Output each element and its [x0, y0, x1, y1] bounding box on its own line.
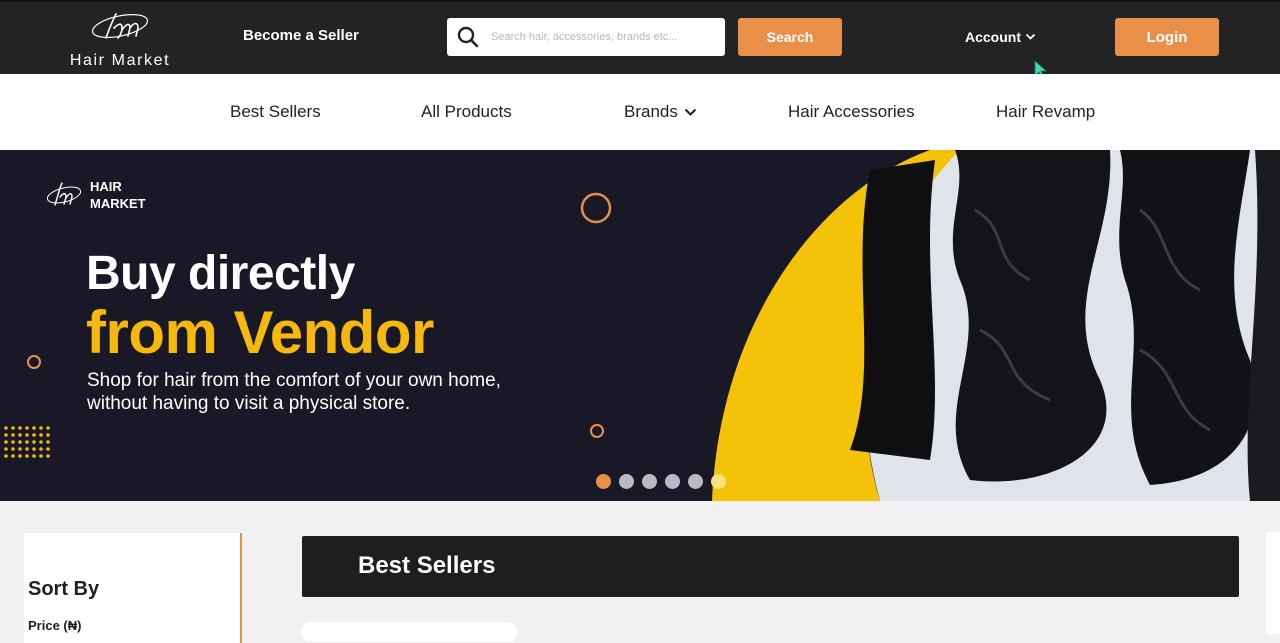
account-label: Account [965, 29, 1021, 45]
logo-monogram-icon [91, 13, 149, 39]
best-sellers-header: Best Sellers [302, 536, 1239, 597]
logo-text: Hair Market [69, 52, 171, 69]
hero-title-line1: Buy directly [86, 247, 355, 300]
account-dropdown[interactable]: Account [965, 29, 1036, 45]
chevron-down-icon [1025, 33, 1036, 40]
category-nav: Best Sellers All Products Brands Hair Ac… [0, 74, 1280, 150]
carousel-dot[interactable] [596, 474, 611, 489]
logo-monogram-icon [46, 182, 82, 206]
nav-item-best-sellers[interactable]: Best Sellers [230, 102, 321, 122]
right-panel-edge [1266, 532, 1280, 634]
carousel-dots [596, 474, 726, 489]
nav-item-label: All Products [421, 102, 512, 121]
nav-item-brands[interactable]: Brands [624, 102, 697, 122]
sort-by-heading: Sort By [28, 578, 100, 600]
nav-item-label: Hair Accessories [788, 102, 915, 121]
hero-logo-line1: HAIR [90, 179, 122, 194]
hero-title-line2: from Vendor [86, 299, 434, 366]
hero-logo: HAIR MARKET [44, 178, 146, 212]
carousel-dot[interactable] [642, 474, 657, 489]
hair-image [850, 150, 1280, 501]
price-filter-label[interactable]: Price (₦) [28, 618, 81, 633]
filter-sidebar: Sort By Price (₦) [24, 533, 242, 643]
search-button[interactable]: Search [738, 18, 842, 56]
carousel-dot[interactable] [711, 474, 726, 489]
top-header: Hair Market Become a Seller Search Accou… [0, 0, 1280, 74]
nav-item-label: Hair Revamp [996, 102, 1096, 121]
product-card[interactable] [302, 622, 517, 642]
section-title: Best Sellers [358, 552, 496, 579]
hero-banner[interactable]: HAIR MARKET Buy directly from Vendor Sho… [0, 150, 1280, 501]
chevron-down-icon [684, 108, 697, 116]
search-box [447, 18, 725, 56]
become-seller-link[interactable]: Become a Seller [243, 27, 359, 44]
hero-subtitle-line2: without having to visit a physical store… [87, 393, 411, 414]
search-input[interactable] [491, 24, 717, 50]
site-logo[interactable]: Hair Market [64, 6, 176, 72]
nav-item-label: Best Sellers [230, 102, 321, 121]
nav-item-hair-accessories[interactable]: Hair Accessories [788, 102, 915, 122]
search-icon [457, 26, 479, 48]
nav-item-label: Brands [624, 102, 678, 121]
dot-pattern [4, 426, 50, 458]
nav-item-all-products[interactable]: All Products [421, 102, 512, 122]
nav-item-hair-revamp[interactable]: Hair Revamp [996, 102, 1095, 122]
login-button[interactable]: Login [1115, 18, 1219, 56]
hero-logo-line2: MARKET [90, 196, 146, 211]
carousel-dot[interactable] [619, 474, 634, 489]
carousel-dot[interactable] [665, 474, 680, 489]
carousel-dot[interactable] [688, 474, 703, 489]
hero-subtitle-line1: Shop for hair from the comfort of your o… [87, 370, 501, 391]
